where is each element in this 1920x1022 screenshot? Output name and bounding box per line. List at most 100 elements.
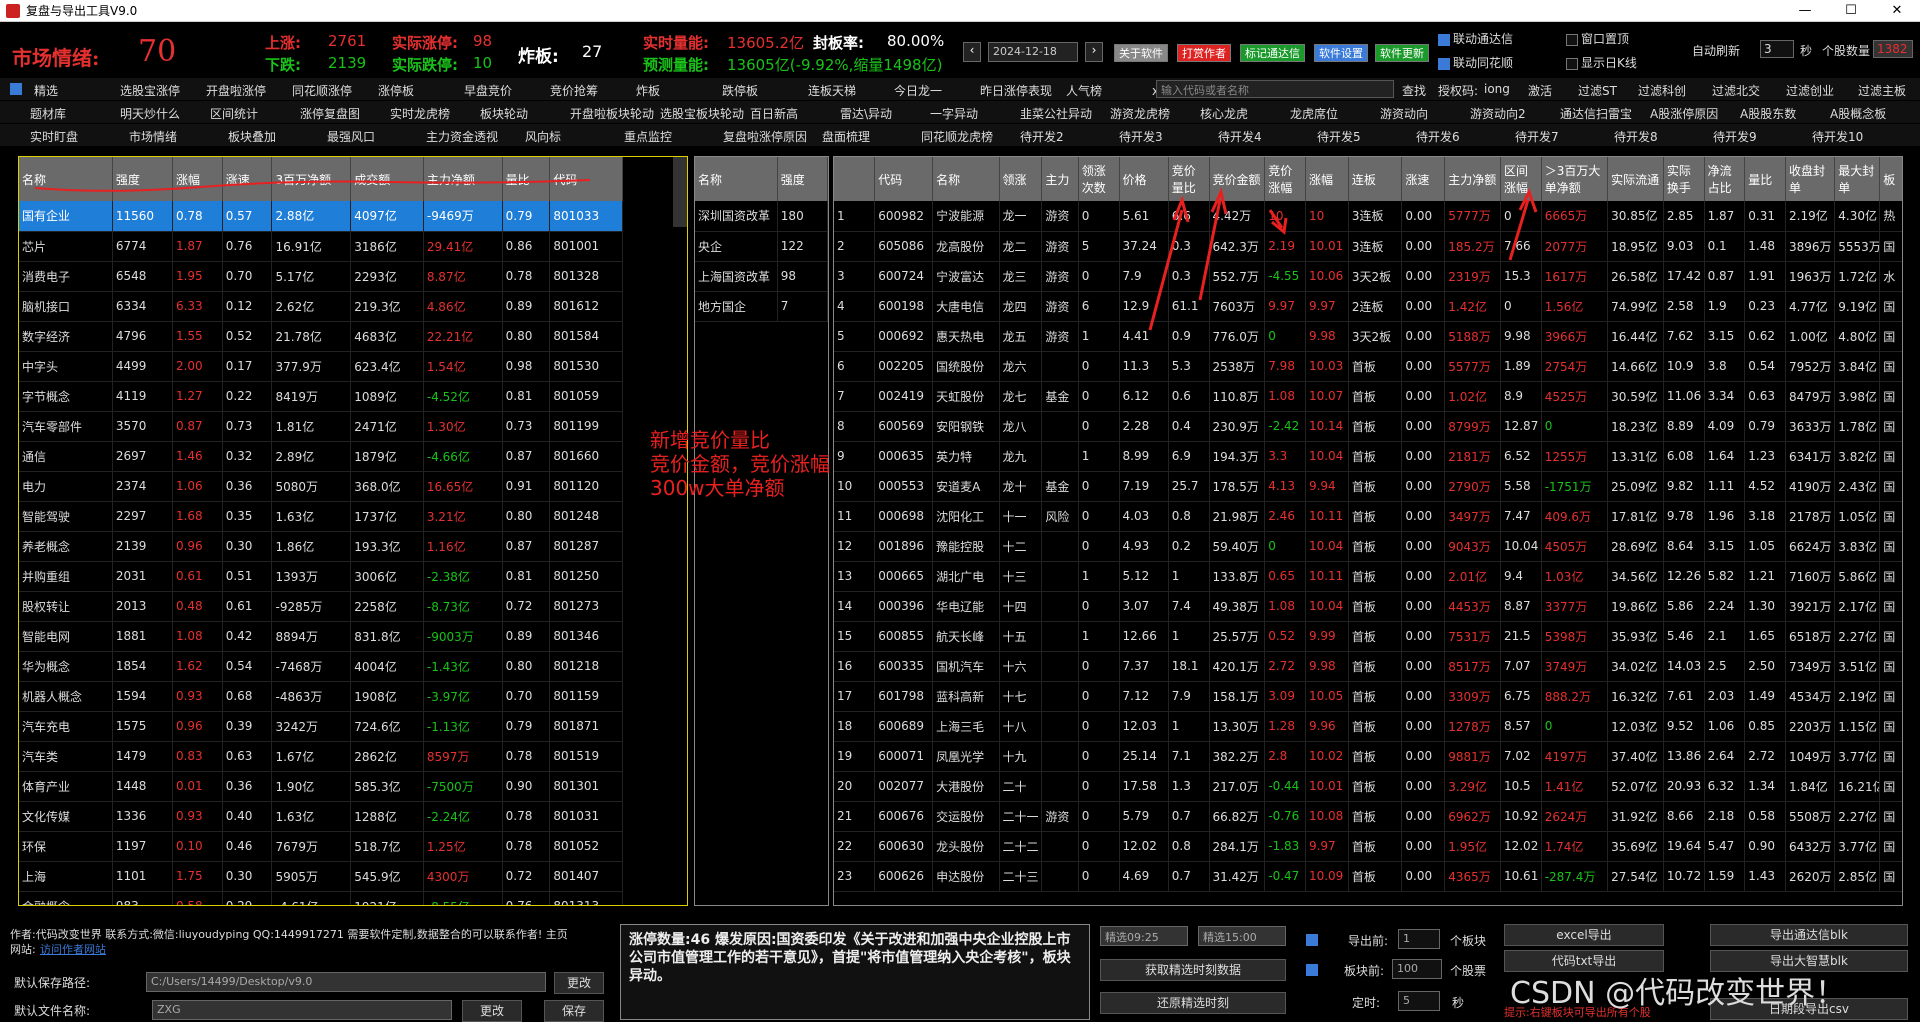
checkbox-icon[interactable] [10,83,22,95]
change-name-button[interactable]: 更改 [462,1000,522,1022]
toolbar-item[interactable]: 连板天梯 [808,82,856,99]
toolbar-item[interactable]: 游资龙虎榜 [1110,105,1170,122]
toolbar-item[interactable]: 龙虎席位 [1290,105,1338,122]
link-tdx-checkbox[interactable]: 联动通达信 [1438,30,1513,47]
search-input[interactable]: 输入代码或者名称 [1156,80,1394,98]
table-row[interactable]: 13 000665 湖北广电 十三 1 5.12 1 133.8万 0.65 10.11 首板 0.0… [834,561,1902,592]
toolbar-item[interactable]: 游资动向 [1380,105,1428,122]
toolbar-item[interactable]: 昨日涨停表现 [980,82,1052,99]
table-row[interactable]: 并购重组 2031 0.61 0.51 1393万 3006亿 -2.38亿 0.81 8012… [19,561,623,592]
table-row[interactable]: 22 600630 龙头股份 二十二 0 12.02 0.8 284.1万 -1.83 9.97 首… [834,831,1902,862]
toolbar-item[interactable]: 重点监控 [624,128,672,145]
toolbar-item[interactable]: 明天炒什么 [120,105,180,122]
date-picker[interactable]: 2024-12-18 [988,42,1078,62]
toolbar-item[interactable]: 选股宝涨停 [120,82,180,99]
toolbar-item[interactable]: A股概念板 [1830,105,1886,122]
toolbar-item[interactable]: 待开发10 [1812,128,1863,145]
toolbar-filter-kc[interactable]: 过滤科创 [1638,82,1686,99]
table-row[interactable]: 芯片 6774 1.87 0.76 16.91亿 3186亿 29.41亿 0.86 80100… [19,231,623,262]
checkbox-icon[interactable] [1306,963,1318,976]
close-button[interactable]: ✕ [1874,3,1920,18]
table-row[interactable]: 21 600676 交运股份 二十一 游资 0 5.79 0.7 66.82万 -0.76 10.0… [834,801,1902,832]
toolbar-item[interactable]: 待开发5 [1317,128,1361,145]
toolbar-item[interactable]: 待开发9 [1713,128,1757,145]
pick-0925-input[interactable]: 精选09:25 [1100,926,1188,946]
toolbar-item[interactable]: 板块轮动 [480,105,528,122]
settings-button[interactable]: 软件设置 [1314,44,1368,62]
table-row[interactable]: 汽车充电 1575 0.96 0.39 3242万 724.6亿 -1.13亿 0.79 801… [19,711,623,742]
toolbar-item[interactable]: 一字异动 [930,105,978,122]
column-header[interactable]: 实际流通 [1607,157,1664,201]
link-ths-checkbox[interactable]: 联动同花顺 [1438,54,1513,71]
table-row[interactable]: 16 600335 国机汽车 十六 0 7.37 18.1 420.1万 2.72 9.98 首板 0… [834,651,1902,682]
toolbar-item[interactable]: 核心龙虎 [1200,105,1248,122]
mark-tdx-button[interactable]: 标记通达信 [1240,44,1305,62]
toolbar-query[interactable]: 查找 [1402,82,1426,99]
reward-button[interactable]: 打赏作者 [1177,44,1231,62]
column-header[interactable]: 主力 [1041,157,1079,201]
toolbar-item[interactable]: 同花顺涨停 [292,82,352,99]
table-row[interactable]: 智能驾驶 2297 1.68 0.35 1.63亿 1737亿 3.21亿 0.80 80124… [19,501,623,532]
toolbar-item[interactable]: 通达信扫雷宝 [1560,105,1632,122]
column-header[interactable]: 收盘封单 [1785,157,1836,201]
file-name-input[interactable]: ZXG [152,1000,452,1020]
table-row[interactable]: 金融概念9830.580.29-4.61亿1921亿-8.55亿0.768013… [19,891,623,905]
minimize-button[interactable]: — [1782,3,1828,18]
table-row[interactable]: 上海 1101 1.75 0.30 5905万 545.9亿 4300万 0.72 801407 [19,861,623,892]
table-row[interactable]: 9 000635 英力特 龙九 1 8.99 6.9 194.3万 3.3 10.04 首板 0.00… [834,441,1902,472]
timer-input[interactable]: 5 [1398,991,1440,1011]
toolbar-item[interactable]: 同花顺龙虎榜 [921,128,993,145]
scrollbar[interactable] [673,157,687,227]
table-row[interactable]: 7 002419 天虹股份 龙七 基金 0 6.12 0.6 110.8万 1.08 10.07 首板… [834,381,1902,412]
column-header[interactable]: 最大封单 [1834,157,1881,201]
table-row[interactable]: 体育产业 1448 0.01 0.36 1.90亿 585.3亿 -7500万 0.90 801… [19,771,623,802]
table-row[interactable]: 18 600689 上海三毛 十八 0 12.03 1 13.30万 1.28 9.96 首板 0.0… [834,711,1902,742]
table-row[interactable]: 央企 122 [695,231,828,262]
table-row[interactable]: 8 600569 安阳钢铁 龙八 0 2.28 0.4 230.9万 -2.42 10.14 首板 0… [834,411,1902,442]
toolbar-auth-val[interactable]: iong [1484,82,1510,96]
maximize-button[interactable]: ☐ [1828,3,1874,18]
column-header[interactable] [834,157,876,201]
column-header[interactable]: 代码 [874,157,934,201]
table-row[interactable]: 上海国资改革 98 [695,261,828,292]
toolbar-item[interactable]: 涨停板 [378,82,414,99]
toolbar-item[interactable]: 跌停板 [722,82,758,99]
toolbar-item[interactable]: 待开发3 [1119,128,1163,145]
table-row[interactable]: 养老概念 2139 0.96 0.30 1.86亿 193.3亿 1.16亿 0.87 8012… [19,531,623,562]
table-row[interactable]: 深圳国资改革 180 [695,201,828,232]
toolbar-item[interactable]: 雷达\异动 [840,105,892,122]
column-header[interactable]: 量比 [1744,157,1786,201]
toolbar-item[interactable]: 韭菜公社异动 [1020,105,1092,122]
toolbar-item[interactable]: 实时盯盘 [30,128,78,145]
table-row[interactable]: 消费电子 6548 1.95 0.70 5.17亿 2293亿 8.87亿 0.78 80132… [19,261,623,292]
toolbar-filter-bj[interactable]: 过滤北交 [1712,82,1760,99]
save-path-input[interactable]: C:/Users/14499/Desktop/v9.0 [146,972,546,992]
column-header[interactable]: 名称 [932,157,1000,201]
table-row[interactable]: 14 000396 华电辽能 十四 0 3.07 7.4 49.38万 1.08 10.04 首板 0… [834,591,1902,622]
restore-pick-button[interactable]: 还原精选时刻 [1100,992,1286,1014]
toolbar-item[interactable]: 实时龙虎榜 [390,105,450,122]
toolbar-item[interactable]: 涨停复盘图 [300,105,360,122]
toolbar-item[interactable]: 区间统计 [210,105,258,122]
toolbar-item[interactable]: 竞价抢筹 [550,82,598,99]
table-row[interactable]: 15 600855 航天长峰 十五 1 12.66 1 25.57万 0.52 9.99 首板 0.0… [834,621,1902,652]
toolbar-item[interactable]: 人气榜 [1066,82,1102,99]
toolbar-item[interactable]: 精选 [34,82,58,99]
export-before-input[interactable]: 1 [1398,929,1440,949]
excel-export-button[interactable]: excel导出 [1504,924,1664,946]
toolbar-item[interactable]: 风向标 [525,128,561,145]
column-header[interactable]: 名称 [695,157,778,201]
column-header[interactable]: 净流占比 [1704,157,1746,201]
column-header[interactable]: 领涨 [999,157,1043,201]
table-row[interactable]: 地方国企 7 [695,291,828,322]
about-button[interactable]: 关于软件 [1114,44,1168,62]
toolbar-filter-st[interactable]: 过滤ST [1578,82,1617,99]
table-row[interactable]: 环保 1197 0.10 0.46 7679万 518.7亿 1.25亿 0.78 801052 [19,831,623,862]
toolbar-auth[interactable]: 授权码: [1438,82,1478,99]
toolbar-item[interactable]: A股涨停原因 [1650,105,1718,122]
table-row[interactable]: 数字经济 4796 1.55 0.52 21.78亿 4683亿 22.21亿 0.80 801… [19,321,623,352]
table-row[interactable]: 11 000698 沈阳化工 十一 风险 0 4.03 0.8 21.98万 2.46 10.11 首… [834,501,1902,532]
table-row[interactable]: 6 002205 国统股份 龙六 0 11.3 5.3 2538万 7.98 10.03 首板 0.0… [834,351,1902,382]
table-row[interactable]: 17 601798 蓝科高新 十七 0 7.12 7.9 158.1万 3.09 10.05 首板 0… [834,681,1902,712]
table-row[interactable]: 10 000553 安道麦A 龙十 基金 0 7.19 25.7 178.5万 4.13 9.94 首… [834,471,1902,502]
